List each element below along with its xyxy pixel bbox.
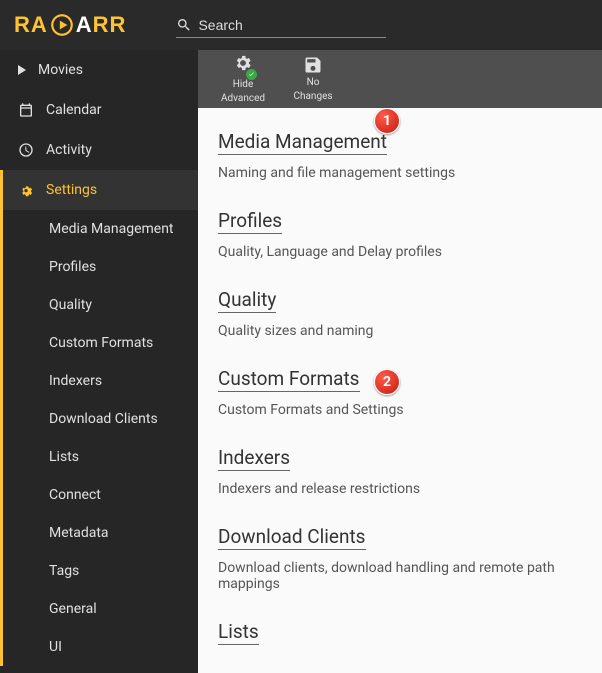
play-icon — [18, 65, 26, 75]
search-icon — [176, 17, 192, 33]
tool-label: No — [307, 77, 320, 89]
section-desc: Custom Formats and Settings — [218, 402, 582, 418]
section-lists: Lists — [218, 620, 582, 655]
sidebar-subitem-custom-formats[interactable]: Custom Formats — [0, 324, 198, 362]
sidebar-subitem-indexers[interactable]: Indexers — [0, 362, 198, 400]
content-area: Media Management Naming and file managem… — [198, 108, 602, 673]
sidebar-item-calendar[interactable]: Calendar — [0, 90, 198, 130]
calendar-icon — [18, 102, 34, 118]
sidebar-subitem-general[interactable]: General — [0, 590, 198, 628]
toolbar: Hide Advanced No Changes — [198, 50, 602, 108]
section-desc: Quality, Language and Delay profiles — [218, 244, 582, 260]
sidebar-subitem-download-clients[interactable]: Download Clients — [0, 400, 198, 438]
app-logo[interactable]: RAARR — [14, 12, 126, 38]
topbar: RAARR — [0, 0, 602, 50]
sidebar-subitem-lists[interactable]: Lists — [0, 438, 198, 476]
section-title[interactable]: Custom Formats — [218, 367, 360, 392]
section-title[interactable]: Profiles — [218, 209, 282, 234]
sidebar-subitem-ui[interactable]: UI — [0, 628, 198, 666]
sidebar-item-label: Activity — [46, 142, 92, 158]
sidebar-subitem-metadata[interactable]: Metadata — [0, 514, 198, 552]
section-desc: Download clients, download handling and … — [218, 560, 582, 592]
sidebar-item-label: Movies — [38, 62, 83, 78]
sidebar-item-activity[interactable]: Activity — [0, 130, 198, 170]
sidebar: Movies Calendar Activity Settings Media … — [0, 50, 198, 673]
section-quality: Quality Quality sizes and naming — [218, 288, 582, 339]
search-wrap — [176, 13, 386, 38]
section-desc: Naming and file management settings — [218, 165, 582, 181]
sidebar-subitem-media-management[interactable]: Media Management — [0, 210, 198, 248]
sidebar-subitem-connect[interactable]: Connect — [0, 476, 198, 514]
callout-1: 1 — [374, 108, 400, 134]
check-icon — [246, 69, 257, 80]
section-desc: Quality sizes and naming — [218, 323, 582, 339]
tool-label: Advanced — [221, 93, 265, 105]
section-download-clients: Download Clients Download clients, downl… — [218, 525, 582, 592]
sidebar-item-movies[interactable]: Movies — [0, 50, 198, 90]
section-indexers: Indexers Indexers and release restrictio… — [218, 446, 582, 497]
hide-advanced-button[interactable]: Hide Advanced — [218, 53, 268, 105]
main: Hide Advanced No Changes Media Managemen… — [198, 50, 602, 673]
gears-icon — [18, 182, 34, 198]
save-icon — [303, 55, 323, 75]
sidebar-subitem-tags[interactable]: Tags — [0, 552, 198, 590]
section-title[interactable]: Media Management — [218, 130, 387, 155]
clock-icon — [18, 142, 34, 158]
tool-label: Hide — [233, 79, 254, 91]
sidebar-item-label: Settings — [46, 182, 97, 198]
section-custom-formats: Custom Formats Custom Formats and Settin… — [218, 367, 582, 418]
section-media-management: Media Management Naming and file managem… — [218, 130, 582, 181]
sidebar-item-settings[interactable]: Settings — [0, 170, 198, 210]
play-logo-icon — [49, 12, 75, 38]
callout-2: 2 — [374, 369, 400, 395]
section-desc: Indexers and release restrictions — [218, 481, 582, 497]
section-title[interactable]: Download Clients — [218, 525, 366, 550]
section-title[interactable]: Quality — [218, 288, 276, 313]
search-input[interactable] — [192, 13, 386, 37]
section-profiles: Profiles Quality, Language and Delay pro… — [218, 209, 582, 260]
section-title[interactable]: Lists — [218, 620, 259, 645]
no-changes-button[interactable]: No Changes — [288, 55, 338, 103]
sidebar-subitem-quality[interactable]: Quality — [0, 286, 198, 324]
tool-label: Changes — [293, 91, 332, 103]
sidebar-item-label: Calendar — [46, 102, 102, 118]
sidebar-subitem-profiles[interactable]: Profiles — [0, 248, 198, 286]
section-title[interactable]: Indexers — [218, 446, 290, 471]
